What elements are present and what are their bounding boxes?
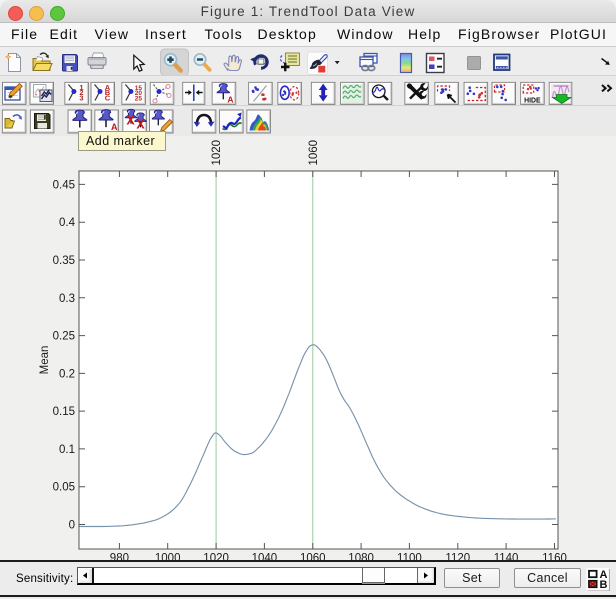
svg-text:0.4: 0.4 (59, 217, 76, 229)
svg-text:C: C (105, 94, 111, 103)
svg-text:0.25: 0.25 (53, 331, 75, 343)
svg-text:A: A (227, 95, 233, 105)
svg-text:1020: 1020 (211, 140, 223, 166)
svg-text:0.45: 0.45 (53, 179, 75, 191)
svg-text:X: X (136, 118, 145, 132)
svg-text:25: 25 (135, 96, 143, 103)
svg-text:0.15: 0.15 (53, 406, 75, 418)
svg-text:0.05: 0.05 (53, 482, 75, 494)
svg-text:Mean: Mean (39, 346, 51, 375)
svg-text:X: X (126, 114, 135, 128)
svg-text:0.3: 0.3 (59, 293, 75, 305)
svg-text:0.35: 0.35 (53, 255, 75, 267)
svg-text:0: 0 (69, 520, 75, 532)
svg-text:B: B (600, 579, 608, 591)
svg-text:0.2: 0.2 (59, 368, 75, 380)
svg-text:1060: 1060 (308, 140, 320, 166)
svg-text:0.1: 0.1 (59, 444, 75, 456)
svg-text:HIDE: HIDE (524, 97, 541, 104)
svg-text:3: 3 (79, 94, 83, 103)
